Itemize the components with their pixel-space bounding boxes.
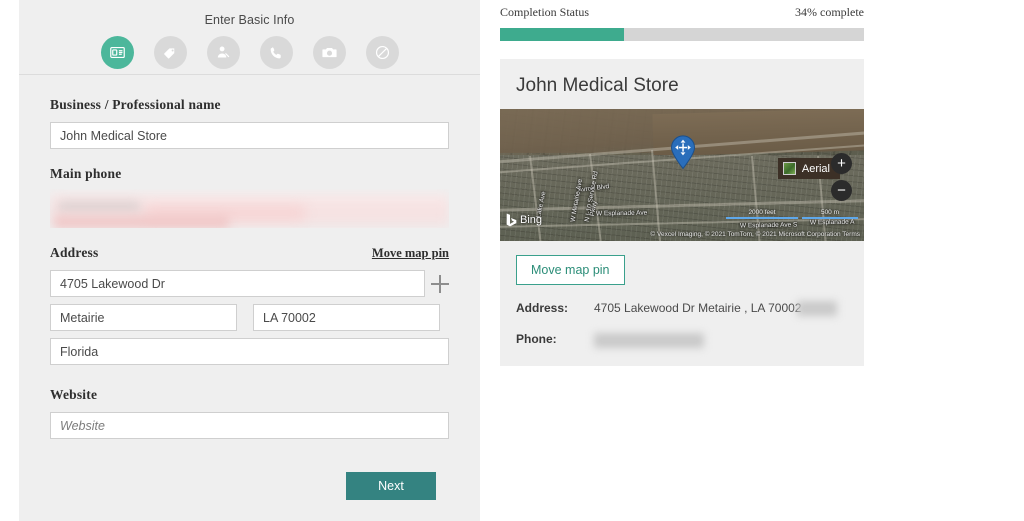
wizard-actions: Next: [50, 472, 449, 500]
step-staff[interactable]: [206, 36, 240, 69]
person-add-icon: [215, 44, 232, 61]
city-input[interactable]: [50, 304, 237, 331]
completion-percent-text: 34% complete: [795, 5, 864, 19]
bing-label: Bing: [520, 214, 543, 226]
move-map-pin-button[interactable]: Move map pin: [516, 255, 625, 285]
step-photos[interactable]: [312, 36, 346, 69]
website-label: Website: [50, 387, 98, 402]
preview-panel: Completion Status 34% complete John Medi…: [500, 0, 864, 366]
map-scale-metric-bar: [802, 217, 858, 219]
phone-detail-row: Phone:: [516, 332, 848, 348]
step-hours[interactable]: [365, 36, 399, 69]
camera-icon: [321, 44, 338, 61]
main-phone-group: Main phone: [50, 166, 449, 228]
map-layer-aerial-label: Aerial: [801, 162, 830, 175]
map-zoom-out-button[interactable]: −: [831, 180, 852, 201]
business-name-input[interactable]: [50, 122, 449, 149]
wizard-header: Enter Basic Info: [19, 0, 480, 75]
country-input[interactable]: [50, 338, 449, 365]
address-group: Address Move map pin: [50, 245, 449, 365]
step-phone[interactable]: [259, 36, 293, 69]
map-scale-metric-label: 500 m: [820, 209, 840, 216]
page-title: Enter Basic Info: [204, 13, 295, 27]
address-detail-key: Address:: [516, 301, 569, 315]
phone-blur-bottom: [54, 216, 229, 228]
state-zip-input[interactable]: [253, 304, 440, 331]
map-scale-imperial: 2000 feet: [726, 209, 798, 219]
website-group: Website: [50, 387, 449, 439]
completion-status-row: Completion Status 34% complete: [500, 0, 864, 20]
map-copyright-attribution: © Vexcel Imaging, © 2021 TomTom, © 2021 …: [650, 231, 860, 238]
step-basic-info[interactable]: [100, 36, 134, 69]
completion-status-label: Completion Status: [500, 5, 590, 19]
business-name-group: Business / Professional name: [50, 97, 449, 149]
step-tag[interactable]: [153, 36, 187, 69]
id-card-icon: [109, 44, 126, 61]
completion-progress-fill: [500, 28, 624, 41]
completion-progress-bar: [500, 28, 864, 41]
city-state-row: [50, 304, 449, 331]
aerial-thumbnail-icon: [782, 162, 796, 175]
wizard-form: Business / Professional name Main phone …: [19, 75, 480, 500]
map-location-pin[interactable]: [670, 135, 696, 170]
main-phone-input-redacted[interactable]: [50, 189, 449, 228]
preview-card-title: John Medical Store: [516, 75, 679, 96]
phone-detail-value: [594, 332, 704, 348]
main-phone-label: Main phone: [50, 166, 122, 181]
clock-icon: [374, 44, 391, 61]
country-row: [50, 338, 449, 365]
map-zoom-in-button[interactable]: +: [831, 153, 852, 174]
bing-attribution[interactable]: Bing: [506, 213, 542, 227]
business-name-label: Business / Professional name: [50, 97, 221, 112]
map-scale-bar: 2000 feet 500 m: [726, 209, 858, 219]
address-label-row: Address Move map pin: [50, 245, 449, 261]
map-scale-imperial-bar: [726, 217, 798, 219]
address-label: Address: [50, 245, 99, 260]
address-detail-row: Address: 4705 Lakewood Dr Metairie , LA …: [516, 301, 848, 317]
preview-card-body: Move map pin Address: 4705 Lakewood Dr M…: [500, 241, 864, 366]
map-preview[interactable]: Avron Blvd W Esplanade Ave W Esplanade Ave…: [500, 109, 864, 241]
app-root: Enter Basic Info Business / Professional…: [0, 0, 1024, 521]
phone-icon: [268, 45, 284, 61]
address-line1-input[interactable]: [50, 270, 425, 297]
basic-info-wizard: Enter Basic Info Business / Professional…: [19, 0, 480, 521]
wizard-step-indicator: [19, 36, 480, 69]
map-scale-imperial-label: 2000 feet: [748, 209, 776, 216]
website-input[interactable]: [50, 412, 449, 439]
address-redaction-blur: [797, 301, 838, 317]
move-map-pin-link[interactable]: Move map pin: [372, 246, 449, 261]
next-button[interactable]: Next: [346, 472, 436, 500]
bing-logo-icon: [506, 213, 517, 227]
business-preview-card: John Medical Store Avron Blvd W Esplanade…: [500, 59, 864, 366]
phone-blur-left: [58, 201, 140, 212]
add-address-icon[interactable]: [431, 274, 449, 293]
phone-detail-key: Phone:: [516, 332, 557, 347]
map-scale-metric: 500 m: [802, 209, 858, 219]
address-detail-value: 4705 Lakewood Dr Metairie , LA 70002: [594, 301, 838, 317]
address-detail-text: 4705 Lakewood Dr Metairie , LA 70002: [594, 301, 802, 315]
tag-icon: [162, 45, 178, 61]
phone-redaction-blur: [594, 332, 704, 348]
address-line1-row: [50, 270, 449, 297]
